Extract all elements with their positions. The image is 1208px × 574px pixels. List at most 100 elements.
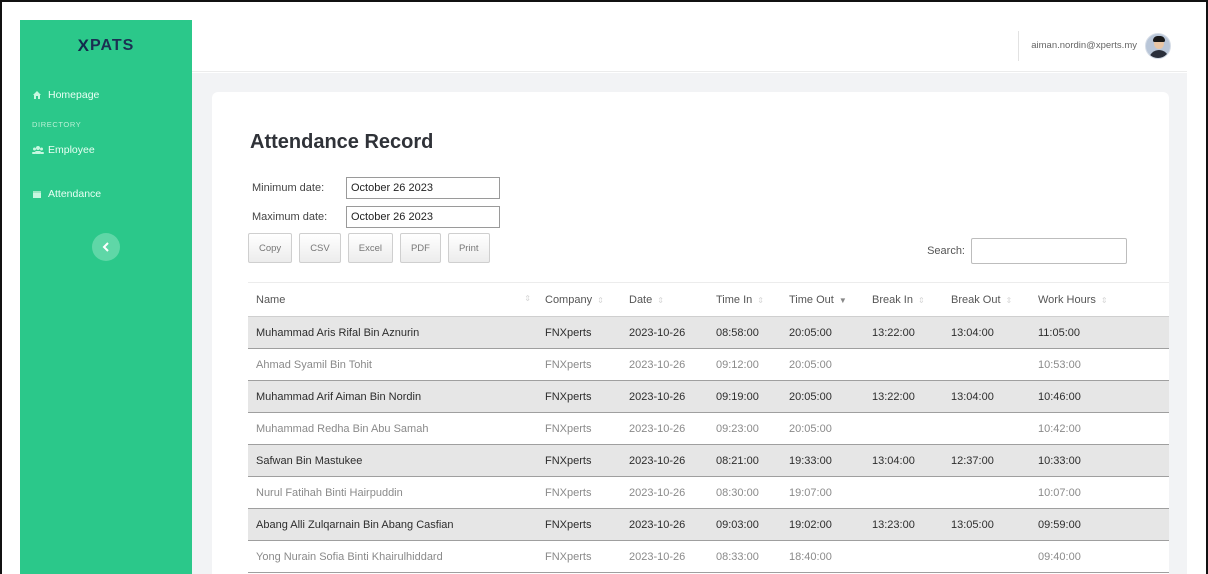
- home-icon: [32, 90, 42, 100]
- min-date-row: Minimum date:: [252, 177, 500, 199]
- cell-break-out: [947, 412, 1034, 445]
- table-row[interactable]: Muhammad Redha Bin Abu Samah FNXperts 2023…: [248, 412, 1169, 445]
- print-button[interactable]: Print: [447, 233, 490, 263]
- table-row[interactable]: Ahmad Syamil Bin Tohit FNXperts 2023-10-26…: [248, 348, 1169, 381]
- cell-date: 2023-10-26: [625, 508, 712, 541]
- sidebar-item-attendance[interactable]: Attendance: [20, 183, 192, 205]
- table-row[interactable]: Muhammad Aris Rifal Bin Aznurin FNXperts 2…: [248, 316, 1169, 349]
- sidebar-collapse-button[interactable]: [92, 233, 120, 261]
- cell-work-hours: 11:05:00: [1034, 316, 1169, 349]
- cell-break-in: 13:23:00: [868, 508, 947, 541]
- cell-date: 2023-10-26: [625, 412, 712, 445]
- main-content: Attendance Record Minimum date: Maximum …: [192, 73, 1187, 574]
- column-header-label: Company: [545, 293, 593, 306]
- cell-date: 2023-10-26: [625, 444, 712, 477]
- table-row[interactable]: Abang Alli Zulqarnain Bin Abang Casfian F…: [248, 508, 1169, 541]
- column-header-label: Name: [256, 293, 286, 306]
- column-header-time-in[interactable]: Time In ⇕: [712, 282, 785, 317]
- cell-break-in: [868, 348, 947, 381]
- column-header-label: Date: [629, 293, 653, 306]
- sidebar-item-homepage[interactable]: Homepage: [20, 84, 192, 106]
- cell-time-out: 19:07:00: [785, 476, 868, 509]
- column-header-work-hours[interactable]: Work Hours ⇕: [1034, 282, 1169, 317]
- cell-time-in: 09:23:00: [712, 412, 785, 445]
- sort-icon: ⇕: [757, 295, 764, 305]
- column-header-name[interactable]: Name ⇕: [248, 282, 541, 317]
- cell-break-in: 13:04:00: [868, 444, 947, 477]
- cell-break-in: 13:22:00: [868, 380, 947, 413]
- cell-name: Safwan Bin Mastukee: [248, 444, 541, 477]
- cell-name: Nurul Fatihah Binti Hairpuddin: [248, 476, 541, 509]
- cell-company: FNXperts: [541, 380, 625, 413]
- cell-break-in: [868, 476, 947, 509]
- column-header-break-in[interactable]: Break In ⇕: [868, 282, 947, 317]
- cell-break-out: 13:05:00: [947, 508, 1034, 541]
- cell-time-in: 09:03:00: [712, 508, 785, 541]
- cell-break-out: [947, 476, 1034, 509]
- min-date-label: Minimum date:: [252, 182, 325, 194]
- cell-break-out: 13:04:00: [947, 380, 1034, 413]
- table-row[interactable]: Nurul Fatihah Binti Hairpuddin FNXperts 20…: [248, 476, 1169, 509]
- column-header-label: Break In: [872, 293, 913, 306]
- cell-date: 2023-10-26: [625, 348, 712, 381]
- cell-time-out: 20:05:00: [785, 380, 868, 413]
- min-date-input[interactable]: [346, 177, 500, 199]
- pdf-button[interactable]: PDF: [399, 233, 441, 263]
- sidebar-item-label: Attendance: [48, 188, 102, 200]
- cell-time-in: 08:21:00: [712, 444, 785, 477]
- cell-time-out: 19:33:00: [785, 444, 868, 477]
- sidebar-item-employee[interactable]: Employee: [20, 139, 192, 161]
- table-row[interactable]: Safwan Bin Mastukee FNXperts 2023-10-26 08:…: [248, 444, 1169, 477]
- cell-work-hours: 10:07:00: [1034, 476, 1169, 509]
- page-title: Attendance Record: [250, 131, 434, 153]
- sort-icon: ⇕: [1100, 295, 1108, 305]
- cell-company: FNXperts: [541, 444, 625, 477]
- cell-company: FNXperts: [541, 540, 625, 573]
- cell-name: Muhammad Aris Rifal Bin Aznurin: [248, 316, 541, 349]
- cell-break-out: 12:37:00: [947, 444, 1034, 477]
- search-box: Search:: [927, 238, 1127, 264]
- table-body: Muhammad Aris Rifal Bin Aznurin FNXperts 2…: [248, 316, 1169, 573]
- column-header-label: Time In: [716, 293, 753, 306]
- column-header-company[interactable]: Company ⇕: [541, 282, 625, 317]
- user-avatar[interactable]: [1145, 32, 1171, 59]
- cell-break-in: 13:22:00: [868, 316, 947, 349]
- sidebar-heading-directory: DIRECTORY: [32, 120, 82, 129]
- cell-time-out: 19:02:00: [785, 508, 868, 541]
- cell-work-hours: 10:46:00: [1034, 380, 1169, 413]
- column-header-date[interactable]: Date ⇕: [625, 282, 712, 317]
- column-header-label: Work Hours: [1038, 293, 1096, 306]
- cell-company: FNXperts: [541, 348, 625, 381]
- cell-work-hours: 10:33:00: [1034, 444, 1169, 477]
- sidebar-item-label: Employee: [48, 144, 95, 156]
- cell-break-in: [868, 412, 947, 445]
- column-header-break-out[interactable]: Break Out ⇕: [947, 282, 1034, 317]
- column-header-time-out[interactable]: Time Out ▼: [785, 282, 868, 317]
- search-input[interactable]: [971, 238, 1127, 264]
- csv-button[interactable]: CSV: [299, 233, 341, 263]
- max-date-input[interactable]: [346, 206, 500, 228]
- cell-name: Yong Nurain Sofia Binti Khairulhiddard: [248, 540, 541, 573]
- chevron-left-icon: [102, 240, 110, 255]
- cell-company: FNXperts: [541, 476, 625, 509]
- sort-icon: ⇕: [524, 293, 531, 303]
- cell-time-in: 09:12:00: [712, 348, 785, 381]
- brand-logo[interactable]: X PATS: [20, 20, 192, 72]
- column-header-label: Time Out: [789, 293, 834, 306]
- cell-time-in: 08:58:00: [712, 316, 785, 349]
- cell-break-in: [868, 540, 947, 573]
- attendance-card: Attendance Record Minimum date: Maximum …: [212, 92, 1169, 574]
- table-row[interactable]: Muhammad Arif Aiman Bin Nordin FNXperts 20…: [248, 380, 1169, 413]
- user-email[interactable]: aiman.nordin@xperts.my: [1031, 40, 1137, 51]
- brand-mark: X: [77, 36, 91, 55]
- cell-date: 2023-10-26: [625, 540, 712, 573]
- table-row[interactable]: Yong Nurain Sofia Binti Khairulhiddard FN…: [248, 540, 1169, 573]
- copy-button[interactable]: Copy: [248, 233, 293, 263]
- sort-icon: ⇕: [1005, 295, 1013, 305]
- cell-name: Ahmad Syamil Bin Tohit: [248, 348, 541, 381]
- excel-button[interactable]: Excel: [347, 233, 393, 263]
- cell-time-out: 20:05:00: [785, 412, 868, 445]
- users-icon: [32, 145, 44, 155]
- cell-name: Muhammad Redha Bin Abu Samah: [248, 412, 541, 445]
- cell-break-out: [947, 348, 1034, 381]
